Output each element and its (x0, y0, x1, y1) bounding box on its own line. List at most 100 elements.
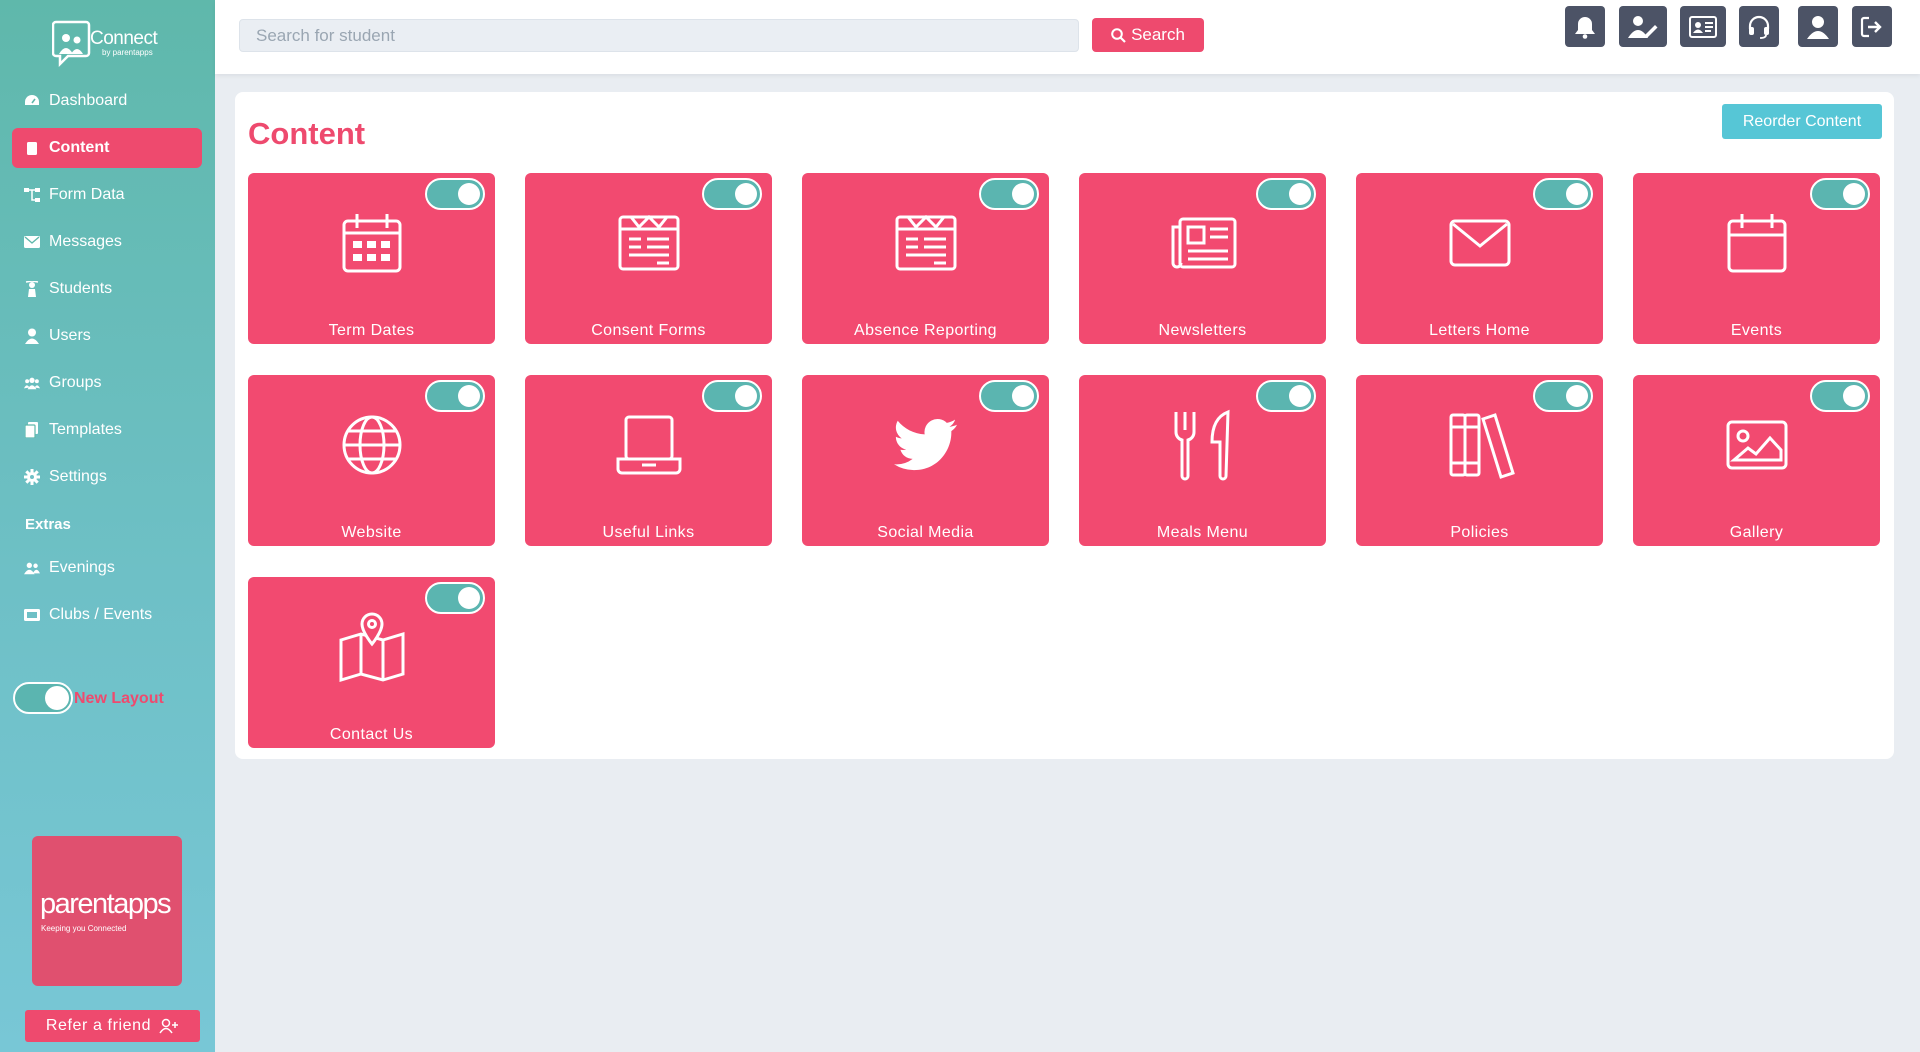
toggle-knob (458, 183, 480, 205)
tile-toggle[interactable] (1256, 178, 1316, 210)
sidebar-item-users[interactable]: Users (12, 316, 202, 356)
sidebar-item-evenings[interactable]: Evenings (12, 548, 202, 588)
bell-icon (1575, 16, 1595, 39)
tile-toggle[interactable] (425, 380, 485, 412)
tile-toggle[interactable] (425, 178, 485, 210)
sidebar-item-templates[interactable]: Templates (12, 410, 202, 450)
tile-social-media[interactable]: Social Media (802, 375, 1049, 546)
topbar: Search (215, 0, 1920, 74)
map-marker-icon (336, 611, 408, 683)
profile-button[interactable] (1798, 6, 1838, 47)
sidebar-item-label: Students (49, 280, 113, 297)
tile-toggle[interactable] (425, 582, 485, 614)
sign-out-icon (1860, 16, 1882, 37)
new-layout-toggle[interactable] (13, 682, 73, 714)
sidebar-item-clubs-events[interactable]: Clubs / Events (12, 595, 202, 635)
sidebar-item-label: Groups (49, 374, 102, 391)
tile-toggle[interactable] (979, 178, 1039, 210)
tile-toggle[interactable] (1810, 380, 1870, 412)
tile-contact-us[interactable]: Contact Us (248, 577, 495, 748)
envelope-icon (24, 234, 40, 250)
sidebar-item-content[interactable]: Content (12, 128, 202, 168)
refer-a-friend-button[interactable]: Refer a friend (25, 1010, 200, 1042)
connect-logo-icon (51, 20, 91, 68)
tile-toggle[interactable] (979, 380, 1039, 412)
reorder-content-button[interactable]: Reorder Content (1722, 104, 1882, 139)
tile-label: Consent Forms (591, 322, 706, 339)
sidebar-item-form-data[interactable]: Form Data (12, 175, 202, 215)
sidebar-item-label: Clubs / Events (49, 606, 153, 623)
support-button[interactable] (1739, 6, 1779, 47)
toggle-knob (1012, 385, 1034, 407)
utensils-icon (1167, 409, 1239, 481)
sidebar-item-messages[interactable]: Messages (12, 222, 202, 262)
newspaper-form-icon (890, 207, 962, 279)
headset-icon (1748, 15, 1770, 39)
id-card-button[interactable] (1680, 6, 1726, 47)
sitemap-icon (24, 187, 40, 203)
sidebar-item-label: Form Data (49, 186, 125, 203)
sidebar-item-label: Dashboard (49, 92, 128, 109)
tile-website[interactable]: Website (248, 375, 495, 546)
tile-letters-home[interactable]: Letters Home (1356, 173, 1603, 344)
tile-events[interactable]: Events (1633, 173, 1880, 344)
notifications-button[interactable] (1565, 6, 1605, 47)
ticket-icon (24, 607, 40, 623)
dashboard-icon (24, 93, 40, 109)
logout-button[interactable] (1852, 6, 1892, 47)
copy-icon (24, 422, 40, 438)
sidebar-item-students[interactable]: Students (12, 269, 202, 309)
sidebar-item-groups[interactable]: Groups (12, 363, 202, 403)
sidebar-item-label: Users (49, 327, 91, 344)
tile-term-dates[interactable]: Term Dates (248, 173, 495, 344)
toggle-knob (1843, 385, 1865, 407)
user-edit-icon (1628, 15, 1658, 38)
twitter-icon (890, 409, 962, 481)
toggle-knob (1566, 385, 1588, 407)
tile-toggle[interactable] (1810, 178, 1870, 210)
tile-label: Website (341, 524, 402, 541)
toggle-knob (735, 385, 757, 407)
calendar-grid-icon (336, 207, 408, 279)
tile-label: Absence Reporting (854, 322, 997, 339)
tile-toggle[interactable] (702, 178, 762, 210)
image-icon (1721, 409, 1793, 481)
tile-toggle[interactable] (1533, 380, 1593, 412)
parentapps-promo: parentapps Keeping you Connected (32, 836, 182, 986)
search-icon (1111, 27, 1126, 43)
tile-label: Social Media (877, 524, 974, 541)
sidebar-item-label: Messages (49, 233, 122, 250)
student-search-input[interactable] (239, 19, 1079, 52)
logo-tagline: by parentapps (102, 48, 153, 57)
tile-toggle[interactable] (1256, 380, 1316, 412)
sidebar-item-dashboard[interactable]: Dashboard (12, 81, 202, 121)
tile-absence-reporting[interactable]: Absence Reporting (802, 173, 1049, 344)
tile-useful-links[interactable]: Useful Links (525, 375, 772, 546)
toggle-knob (735, 183, 757, 205)
search-button[interactable]: Search (1092, 18, 1204, 52)
tile-toggle[interactable] (1533, 178, 1593, 210)
tile-consent-forms[interactable]: Consent Forms (525, 173, 772, 344)
tile-label: Contact Us (329, 726, 414, 743)
logo-wordmark: Connect (90, 28, 158, 49)
tile-policies[interactable]: Policies (1356, 375, 1603, 546)
newspaper-form-icon (613, 207, 685, 279)
tile-gallery[interactable]: Gallery (1633, 375, 1880, 546)
search-button-label: Search (1131, 25, 1185, 44)
page-title: Content (248, 116, 366, 151)
gear-icon (24, 469, 40, 485)
content-panel: Content Reorder Content Term Dates Conse… (235, 92, 1894, 759)
connect-logo[interactable]: Connect by parentapps (51, 18, 164, 72)
user-edit-button[interactable] (1619, 6, 1667, 47)
tile-meals-menu[interactable]: Meals Menu (1079, 375, 1326, 546)
tile-toggle[interactable] (702, 380, 762, 412)
tile-label: Term Dates (328, 322, 415, 339)
tile-label: Policies (1450, 524, 1509, 541)
sidebar-item-label: Content (49, 139, 110, 156)
toggle-knob (1289, 385, 1311, 407)
tile-newsletters[interactable]: Newsletters (1079, 173, 1326, 344)
laptop-icon (613, 409, 685, 481)
globe-icon (336, 409, 408, 481)
sidebar-item-settings[interactable]: Settings (12, 457, 202, 497)
envelope-icon (1444, 207, 1516, 279)
